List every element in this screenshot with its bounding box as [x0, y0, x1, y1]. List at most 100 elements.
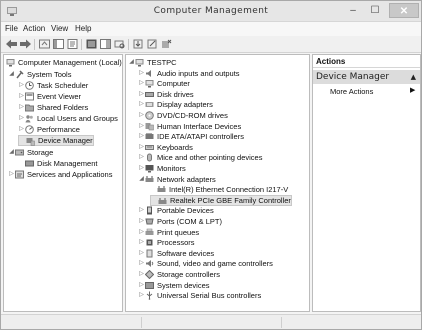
- device-tree-label: Processors: [157, 238, 195, 248]
- device-tree-item-intel-r-ethernet-connection-i217-v[interactable]: Intel(R) Ethernet Connection I217-V: [150, 184, 288, 195]
- update-driver-icon[interactable]: [132, 38, 145, 50]
- device-tree-label: Network adapters: [157, 174, 216, 184]
- device-tree-item-testpc[interactable]: ◢ TESTPC: [128, 57, 176, 68]
- collapsed-arrow-icon[interactable]: ▷: [138, 142, 145, 153]
- device-tree-item-system-devices[interactable]: ▷ System devices: [138, 280, 209, 291]
- tree-item-device-manager[interactable]: Device Manager: [18, 135, 94, 146]
- back-arrow-icon[interactable]: [5, 38, 18, 50]
- expanded-arrow-icon[interactable]: ◢: [138, 174, 145, 185]
- computer-management-window: Computer Management – ☐ ✕ File Action Vi…: [0, 0, 422, 330]
- device-tree-item-mice-and-other-pointing-devices[interactable]: ▷ Mice and other pointing devices: [138, 152, 262, 163]
- device-tree-item-print-queues[interactable]: ▷ Print queues: [138, 227, 199, 238]
- collapsed-arrow-icon[interactable]: ▷: [138, 280, 145, 291]
- scan-hardware-icon[interactable]: [113, 38, 126, 50]
- collapsed-arrow-icon[interactable]: ▷: [138, 248, 145, 259]
- device-tree-item-computer[interactable]: ▷ Computer: [138, 78, 190, 89]
- console-tree-pane: Computer Management (Local) ◢ System Tool…: [3, 54, 123, 312]
- device-tree-item-processors[interactable]: ▷ Processors: [138, 237, 195, 248]
- device-tree-item-human-interface-devices[interactable]: ▷ Human Interface Devices: [138, 121, 241, 132]
- collapsed-arrow-icon[interactable]: ▷: [138, 290, 145, 301]
- tree-item-storage[interactable]: ◢ Storage: [8, 147, 53, 158]
- device-tree-item-dvd-cd-rom-drives[interactable]: ▷ DVD/CD-ROM drives: [138, 110, 228, 121]
- collapsed-arrow-icon[interactable]: ▷: [138, 131, 145, 142]
- collapsed-arrow-icon[interactable]: ▷: [138, 205, 145, 216]
- collapsed-arrow-icon[interactable]: ▷: [138, 269, 145, 280]
- up-folder-icon[interactable]: [38, 38, 51, 50]
- tree-item-system-tools[interactable]: ◢ System Tools: [8, 69, 71, 80]
- actions-section-device-manager[interactable]: Device Manager ▲: [313, 70, 420, 84]
- collapsed-arrow-icon[interactable]: ▷: [138, 121, 145, 132]
- properties-icon[interactable]: [66, 38, 79, 50]
- toolbar-separator: [128, 39, 129, 50]
- device-tree-item-realtek-pcie-gbe-family-controller[interactable]: Realtek PCIe GBE Family Controller: [150, 194, 292, 206]
- device-tree-item-software-devices[interactable]: ▷ Software devices: [138, 248, 214, 259]
- collapsed-arrow-icon[interactable]: ▷: [138, 68, 145, 79]
- expanded-arrow-icon[interactable]: ◢: [8, 69, 15, 80]
- maximize-button[interactable]: ☐: [364, 3, 386, 18]
- tree-item-event-viewer[interactable]: ▷ Event Viewer: [18, 91, 81, 102]
- tree-item-services-and-applications[interactable]: ▷ Services and Applications: [8, 169, 112, 180]
- device-tree-item-sound-video-and-game-controllers[interactable]: ▷ Sound, video and game controllers: [138, 258, 273, 269]
- expanded-arrow-icon[interactable]: ◢: [128, 57, 135, 68]
- close-button[interactable]: ✕: [389, 3, 419, 18]
- collapsed-arrow-icon[interactable]: ▷: [18, 91, 25, 102]
- collapsed-arrow-icon[interactable]: ▷: [138, 89, 145, 100]
- show-hide-icon[interactable]: [99, 38, 112, 50]
- event-viewer-icon: [25, 92, 34, 101]
- device-tree-label: Disk drives: [157, 89, 194, 99]
- tree-item-computer-management-local[interactable]: Computer Management (Local): [6, 57, 122, 68]
- device-tree-item-display-adapters[interactable]: ▷ Display adapters: [138, 99, 213, 110]
- device-tree-label: Mice and other pointing devices: [157, 153, 263, 163]
- collapsed-arrow-icon[interactable]: ▷: [138, 163, 145, 174]
- title-bar[interactable]: Computer Management – ☐ ✕: [1, 1, 421, 22]
- tree-item-task-scheduler[interactable]: ▷ Task Scheduler: [18, 80, 88, 91]
- minimize-button[interactable]: –: [342, 3, 364, 18]
- menu-action[interactable]: Action: [23, 24, 45, 33]
- collapsed-arrow-icon[interactable]: ▷: [138, 110, 145, 121]
- device-tree-label: Keyboards: [157, 142, 193, 152]
- device-tree-item-audio-inputs-and-outputs[interactable]: ▷ Audio inputs and outputs: [138, 68, 239, 79]
- forward-arrow-icon[interactable]: [19, 38, 32, 50]
- speaker-icon: [145, 69, 154, 78]
- device-tree-item-universal-serial-bus-controllers[interactable]: ▷ Universal Serial Bus controllers: [138, 290, 261, 301]
- menu-view[interactable]: View: [51, 24, 68, 33]
- device-tree-item-disk-drives[interactable]: ▷ Disk drives: [138, 89, 194, 100]
- disable-device-icon[interactable]: [146, 38, 159, 50]
- device-tree-item-keyboards[interactable]: ▷ Keyboards: [138, 142, 193, 153]
- collapsed-arrow-icon[interactable]: ▷: [18, 124, 25, 135]
- expanded-arrow-icon[interactable]: ◢: [8, 147, 15, 158]
- menu-file[interactable]: File: [5, 24, 18, 33]
- collapsed-arrow-icon[interactable]: ▷: [18, 102, 25, 113]
- show-tree-icon[interactable]: [52, 38, 65, 50]
- device-tree-item-ide-ata-atapi-controllers[interactable]: ▷ IDE ATA/ATAPI controllers: [138, 131, 244, 142]
- collapsed-arrow-icon[interactable]: ▷: [8, 169, 15, 180]
- system-device-icon: [145, 281, 154, 290]
- device-tree-item-monitors[interactable]: ▷ Monitors: [138, 163, 186, 174]
- help-icon[interactable]: [85, 38, 98, 50]
- uninstall-device-icon[interactable]: [160, 38, 173, 50]
- collapsed-arrow-icon[interactable]: ▷: [138, 237, 145, 248]
- tree-item-performance[interactable]: ▷ Performance: [18, 124, 80, 135]
- collapsed-arrow-icon[interactable]: ▷: [138, 216, 145, 227]
- device-tree-item-network-adapters[interactable]: ◢ Network adapters: [138, 174, 216, 185]
- tree-item-local-users-and-groups[interactable]: ▷ Local Users and Groups: [18, 113, 118, 124]
- device-tree-item-portable-devices[interactable]: ▷ Portable Devices: [138, 205, 214, 216]
- tree-item-shared-folders[interactable]: ▷ Shared Folders: [18, 102, 88, 113]
- menu-bar: File Action View Help: [1, 22, 421, 36]
- device-tree-label: Computer: [157, 79, 190, 89]
- submenu-arrow-icon[interactable]: ▶: [410, 86, 415, 94]
- collapsed-arrow-icon[interactable]: ▷: [18, 80, 25, 91]
- computer-icon: [135, 58, 144, 67]
- tree-item-disk-management[interactable]: Disk Management: [18, 158, 97, 169]
- device-tree-item-ports-com-lpt[interactable]: ▷ Ports (COM & LPT): [138, 216, 222, 227]
- menu-help[interactable]: Help: [75, 24, 91, 33]
- more-actions-link[interactable]: More Actions: [330, 87, 373, 96]
- collapsed-arrow-icon[interactable]: ▷: [138, 152, 145, 163]
- collapsed-arrow-icon[interactable]: ▷: [138, 78, 145, 89]
- collapsed-arrow-icon[interactable]: ▷: [138, 227, 145, 238]
- collapsed-arrow-icon[interactable]: ▷: [138, 99, 145, 110]
- collapsed-arrow-icon[interactable]: ▷: [138, 258, 145, 269]
- collapsed-arrow-icon[interactable]: ▷: [18, 113, 25, 124]
- collapse-caret-icon[interactable]: ▲: [411, 70, 416, 84]
- device-tree-item-storage-controllers[interactable]: ▷ Storage controllers: [138, 269, 220, 280]
